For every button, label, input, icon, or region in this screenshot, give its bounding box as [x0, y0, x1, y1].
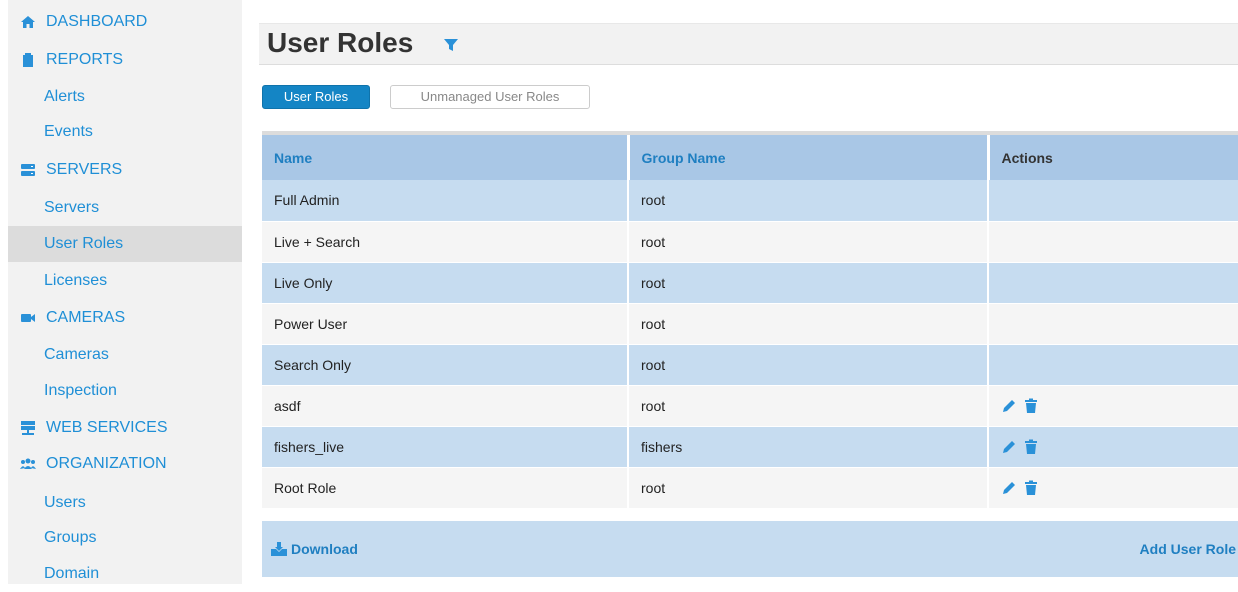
- table-row[interactable]: Root Role root: [262, 467, 1238, 509]
- group-name-cell: root: [628, 221, 989, 263]
- nav-organization-label: ORGANIZATION: [46, 455, 167, 472]
- nav-licenses-label: Licenses: [44, 272, 108, 289]
- tab-user-roles[interactable]: User Roles: [262, 85, 370, 109]
- nav-dashboard-label: DASHBOARD: [46, 13, 148, 30]
- nav-servers-section[interactable]: SERVERS: [8, 152, 254, 188]
- table-row[interactable]: asdf root: [262, 385, 1238, 427]
- nav-groups[interactable]: Groups: [8, 520, 242, 556]
- tab-unmanaged-user-roles[interactable]: Unmanaged User Roles: [390, 85, 590, 109]
- table-row[interactable]: Full Admin root: [262, 180, 1238, 222]
- column-header-actions: Actions: [988, 135, 1238, 180]
- trash-icon[interactable]: [1023, 398, 1039, 414]
- nav-alerts-label: Alerts: [44, 88, 85, 105]
- table-header-row: Name Group Name Actions: [262, 135, 1238, 180]
- nav-servers-label: Servers: [44, 199, 100, 216]
- home-icon: [20, 14, 36, 30]
- role-name-cell: Live Only: [262, 262, 629, 304]
- nav-organization[interactable]: ORGANIZATION: [8, 446, 254, 482]
- page-header: User Roles: [259, 23, 1238, 65]
- nav-cameras-label: Cameras: [44, 346, 109, 363]
- download-icon: [271, 542, 287, 556]
- actions-cell: [988, 262, 1238, 304]
- nav-reports-label: REPORTS: [46, 51, 124, 68]
- nav-web-services-label: WEB SERVICES: [46, 419, 168, 436]
- nav-cameras-section-label: CAMERAS: [46, 309, 126, 326]
- trash-icon[interactable]: [1023, 480, 1039, 496]
- download-link[interactable]: Download: [270, 541, 358, 557]
- table-row[interactable]: Search Only root: [262, 344, 1238, 386]
- actions-cell: [988, 180, 1238, 222]
- actions-cell: [988, 426, 1238, 468]
- nav-users-label: Users: [44, 494, 86, 511]
- video-camera-icon: [20, 310, 36, 326]
- nav-inspection[interactable]: Inspection: [8, 373, 242, 409]
- column-header-name[interactable]: Name: [262, 135, 630, 180]
- user-roles-table: Name Group Name Actions Full Admin root Li…: [262, 131, 1238, 580]
- group-name-cell: fishers: [628, 426, 989, 468]
- clipboard-icon: [20, 52, 36, 68]
- table-row[interactable]: Live Only root: [262, 262, 1238, 304]
- nav-events[interactable]: Events: [8, 114, 242, 150]
- nav-inspection-label: Inspection: [44, 382, 117, 399]
- download-label: Download: [291, 541, 358, 557]
- table-row[interactable]: Live + Search root: [262, 221, 1238, 263]
- trash-icon[interactable]: [1023, 439, 1039, 455]
- role-name-cell: Search Only: [262, 344, 629, 386]
- filter-icon[interactable]: [443, 37, 459, 53]
- nav-alerts[interactable]: Alerts: [8, 79, 242, 115]
- nav-user-roles-label: User Roles: [44, 235, 124, 252]
- nav-events-label: Events: [44, 123, 93, 140]
- role-name-cell: Full Admin: [262, 180, 629, 222]
- nav-dashboard[interactable]: DASHBOARD: [8, 4, 254, 40]
- nav-servers[interactable]: Servers: [8, 190, 242, 226]
- group-name-cell: root: [628, 262, 989, 304]
- role-name-cell: Live + Search: [262, 221, 629, 263]
- role-name-cell: Root Role: [262, 467, 629, 509]
- group-name-cell: root: [628, 303, 989, 345]
- role-name-cell: asdf: [262, 385, 629, 427]
- table-footer: Download Add User Role: [262, 521, 1238, 577]
- actions-cell: [988, 303, 1238, 345]
- page-title: User Roles: [267, 27, 414, 58]
- nav-groups-label: Groups: [44, 529, 97, 546]
- users-icon: [20, 456, 36, 472]
- edit-icon[interactable]: [1001, 480, 1017, 496]
- nav-cameras-section[interactable]: CAMERAS: [8, 300, 254, 336]
- add-user-role-link[interactable]: Add User Role: [1140, 541, 1236, 557]
- nav-reports[interactable]: REPORTS: [8, 42, 254, 78]
- nav-user-roles[interactable]: User Roles: [8, 226, 242, 262]
- nav-domain[interactable]: Domain: [8, 556, 242, 592]
- group-name-cell: root: [628, 180, 989, 222]
- group-name-cell: root: [628, 467, 989, 509]
- role-name-cell: fishers_live: [262, 426, 629, 468]
- actions-cell: [988, 344, 1238, 386]
- group-name-cell: root: [628, 385, 989, 427]
- actions-cell: [988, 467, 1238, 509]
- nav-domain-label: Domain: [44, 565, 100, 582]
- sidebar: DASHBOARD REPORTS Alerts Events SERVERS …: [8, 0, 242, 584]
- table-row[interactable]: Power User root: [262, 303, 1238, 345]
- edit-icon[interactable]: [1001, 439, 1017, 455]
- table-row[interactable]: fishers_live fishers: [262, 426, 1238, 468]
- column-header-group-name[interactable]: Group Name: [628, 135, 990, 180]
- network-icon: [20, 420, 36, 436]
- nav-cameras[interactable]: Cameras: [8, 337, 242, 373]
- server-icon: [20, 162, 36, 178]
- nav-web-services[interactable]: WEB SERVICES: [8, 410, 254, 446]
- nav-users[interactable]: Users: [8, 485, 242, 521]
- role-name-cell: Power User: [262, 303, 629, 345]
- actions-cell: [988, 221, 1238, 263]
- nav-servers-section-label: SERVERS: [46, 161, 123, 178]
- edit-icon[interactable]: [1001, 398, 1017, 414]
- actions-cell: [988, 385, 1238, 427]
- group-name-cell: root: [628, 344, 989, 386]
- nav-licenses[interactable]: Licenses: [8, 263, 242, 299]
